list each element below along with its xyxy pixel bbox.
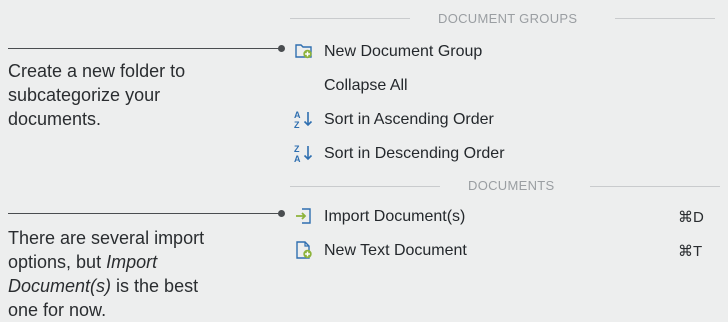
sort-descending-icon: Z A — [294, 143, 314, 164]
sort-ascending-icon: A Z — [294, 109, 314, 130]
menu-item-sort-ascending[interactable]: Sort in Ascending Order — [324, 106, 494, 134]
svg-text:Z: Z — [294, 120, 300, 129]
document-add-icon — [294, 240, 314, 260]
menu-item-sort-descending[interactable]: Sort in Descending Order — [324, 140, 505, 168]
document-groups-header: DOCUMENT GROUPS — [438, 11, 578, 26]
annotation-import-line4: one for now. — [8, 300, 107, 320]
annotation-line-import — [8, 213, 280, 214]
import-icon — [294, 206, 314, 226]
documents-rule-right — [590, 186, 720, 187]
svg-text:A: A — [294, 154, 301, 163]
top-rule-right — [615, 18, 715, 19]
menu-item-new-document-group[interactable]: New Document Group — [324, 38, 482, 66]
svg-text:A: A — [294, 110, 301, 120]
documents-header: DOCUMENTS — [468, 178, 555, 193]
annotation-import-line2: options, but Import — [8, 252, 158, 272]
documents-rule-left — [290, 186, 440, 187]
annotation-import: There are several import options, but Im… — [8, 226, 268, 322]
menu-item-label: Sort in Descending Order — [324, 145, 505, 162]
new-text-shortcut: ⌘T — [678, 243, 703, 260]
svg-text:Z: Z — [294, 144, 300, 154]
annotation-line-create-folder — [8, 48, 280, 49]
annotation-import-line3: Document(s) is the best — [8, 276, 199, 296]
page: Create a new folder to subcategorize you… — [0, 0, 728, 320]
top-rule — [290, 18, 410, 19]
menu-item-collapse-all[interactable]: Collapse All — [324, 72, 408, 100]
menu-item-label: Collapse All — [324, 77, 408, 94]
annotation-create-folder: Create a new folder to subcategorize you… — [8, 61, 186, 129]
import-shortcut: ⌘D — [678, 209, 704, 226]
menu-item-label: Import Document(s) — [324, 208, 466, 225]
menu-item-label: New Text Document — [324, 242, 467, 259]
folder-add-icon — [294, 41, 314, 61]
annotation-dot-create-folder — [278, 45, 285, 52]
menu-item-label: New Document Group — [324, 43, 483, 60]
annotation-dot-import — [278, 210, 285, 217]
menu-item-label: Sort in Ascending Order — [324, 111, 494, 128]
menu-item-new-text-document[interactable]: New Text Document — [324, 237, 467, 265]
menu-item-import-documents[interactable]: Import Document(s) — [324, 203, 465, 231]
annotation-import-line1: There are several import — [8, 228, 205, 248]
